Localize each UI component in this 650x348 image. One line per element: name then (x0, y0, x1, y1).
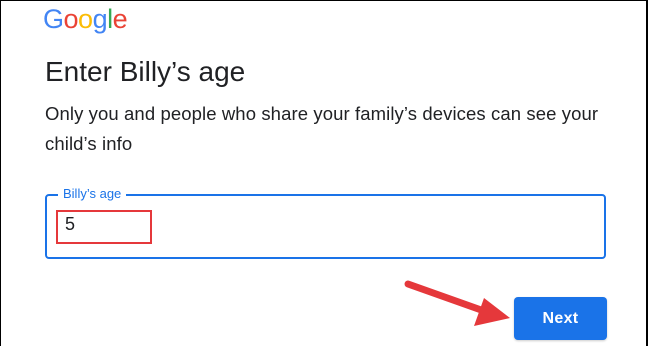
logo-letter: g (92, 4, 108, 34)
page-title: Enter Billy’s age (45, 56, 246, 87)
logo-letter: e (112, 4, 128, 34)
screenshot-frame (0, 0, 648, 346)
next-button[interactable]: Next (514, 297, 607, 340)
page-subtitle: Only you and people who share your famil… (45, 103, 599, 154)
logo-letter: o (78, 4, 93, 34)
age-field[interactable]: Billy’s age (45, 186, 606, 259)
age-field-label: Billy’s age (58, 186, 127, 202)
logo-letter: o (63, 4, 79, 34)
logo-letter: G (43, 4, 64, 34)
google-logo: Google (43, 4, 128, 34)
age-input[interactable] (59, 208, 471, 240)
